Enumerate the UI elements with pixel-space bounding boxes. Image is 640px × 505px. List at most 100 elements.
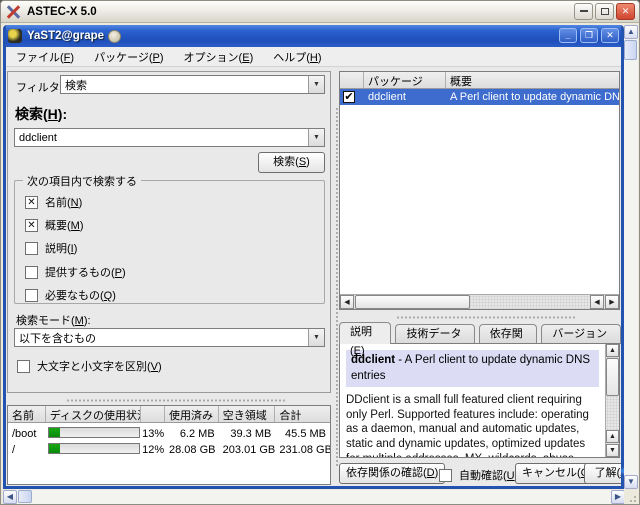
menubar: ファイル(F) パッケージ(P) オプション(E) ヘルプ(H) [6, 47, 621, 67]
menu-package[interactable]: パッケージ(P) [92, 47, 165, 67]
inner-restore-button[interactable]: ❐ [580, 28, 598, 43]
inner-window-title: YaST2@grape [27, 30, 104, 42]
checkbox-box[interactable] [439, 469, 452, 482]
col-total[interactable]: 合計 [275, 406, 330, 422]
checkbox-description[interactable]: 説明(I) [25, 240, 77, 256]
package-table-hscrollbar[interactable]: ◀ ◀ ▶ [340, 294, 619, 309]
menu-file[interactable]: ファイル(F) [14, 47, 76, 67]
scroll-right-icon[interactable]: ▶ [611, 490, 625, 504]
tab-technical-data[interactable]: 技術データ(T) [395, 324, 474, 344]
yast2-client-area: ファイル(F) パッケージ(P) オプション(E) ヘルプ(H) フィルタ(L)… [6, 47, 621, 486]
col-package[interactable]: パッケージ [364, 72, 446, 88]
vscroll-thumb[interactable] [606, 358, 619, 396]
scroll-down-icon[interactable]: ▼ [624, 475, 638, 489]
description-vscrollbar[interactable]: ▲ ▲ ▼ [605, 344, 619, 457]
scroll-down-icon[interactable]: ▼ [606, 444, 619, 457]
disk-total: 231.08 GB [275, 444, 330, 456]
col-name[interactable]: 名前 [8, 406, 46, 422]
checkbox-box[interactable] [25, 219, 38, 232]
scroll-left-icon[interactable]: ◀ [3, 490, 17, 504]
search-input-combobox[interactable]: ddclient ▼ [14, 128, 325, 147]
disk-usage-table: 名前 ディスクの使用状況 使用済み 空き領域 合計 /boot 13% 6.2 … [7, 405, 331, 485]
mount-point: /boot [8, 428, 46, 440]
col-summary[interactable]: 概要 [446, 72, 619, 88]
scroll-left-icon[interactable]: ◀ [340, 295, 354, 309]
astec-x-window: ASTEC-X 5.0 ✕ YaST2@grape _ ❐ ✕ ファイル(F) … [0, 0, 640, 505]
checkbox-box[interactable] [17, 360, 30, 373]
inner-close-button[interactable]: ✕ [601, 28, 619, 43]
disk-table-header[interactable]: 名前 ディスクの使用状況 使用済み 空き領域 合計 [8, 406, 330, 423]
disk-free: 39.3 MB [219, 428, 276, 440]
col-percent[interactable] [141, 406, 165, 422]
package-row-ddclient[interactable]: ddclient A Perl client to update dynamic… [340, 89, 619, 105]
package-summary: A Perl client to update dynamic DNS entr… [446, 91, 619, 103]
maximize-icon [601, 8, 609, 15]
resize-grip[interactable] [624, 490, 638, 504]
checkbox-requires[interactable]: 必要なもの(Q) [25, 287, 116, 303]
search-mode-combobox[interactable]: 以下を含むもの ▼ [14, 328, 325, 347]
checkbox-summary[interactable]: 概要(M) [25, 217, 84, 233]
col-check[interactable] [340, 72, 364, 88]
search-in-group-title: 次の項目内で検索する [23, 173, 141, 189]
col-free[interactable]: 空き領域 [219, 406, 276, 422]
scroll-right-icon[interactable]: ▶ [605, 295, 619, 309]
scroll-left-icon[interactable]: ◀ [590, 295, 604, 309]
scroll-up-icon[interactable]: ▲ [606, 344, 619, 357]
outer-vscrollbar[interactable]: ▲ ▼ [624, 25, 638, 489]
disk-used: 28.08 GB [165, 444, 219, 456]
outer-maximize-button[interactable] [595, 3, 614, 20]
disk-row-boot[interactable]: /boot 13% 6.2 MB 39.3 MB 45.5 MB [8, 426, 330, 442]
checkbox-box[interactable] [25, 266, 38, 279]
menu-help[interactable]: ヘルプ(H) [271, 47, 323, 67]
accept-button[interactable]: 了解(A) [584, 463, 624, 484]
checkbox-label: 提供するもの(P) [45, 264, 126, 280]
yast-icon [8, 29, 22, 43]
hscroll-thumb[interactable] [355, 295, 470, 309]
case-sensitive-checkbox[interactable]: 大文字と小文字を区別(V) [17, 358, 162, 374]
tab-versions[interactable]: バージョン(V) [541, 324, 621, 344]
chevron-down-icon[interactable]: ▼ [308, 329, 324, 346]
menu-options[interactable]: オプション(E) [182, 47, 256, 67]
checkbox-box[interactable] [25, 289, 38, 302]
search-button[interactable]: 検索(S) [258, 152, 325, 173]
disk-usage-bar [48, 427, 140, 438]
col-usage[interactable]: ディスクの使用状況 [46, 406, 141, 422]
outer-vscroll-thumb[interactable] [624, 40, 637, 60]
outer-close-button[interactable]: ✕ [616, 3, 635, 20]
check-dependencies-button[interactable]: 依存関係の確認(D) [339, 463, 445, 484]
chevron-down-icon[interactable]: ▼ [308, 76, 324, 93]
detail-tabs: 説明(E) 技術データ(T) 依存関係 バージョン(V) [339, 322, 621, 344]
inner-titlebar[interactable]: YaST2@grape _ ❐ ✕ [3, 25, 624, 47]
outer-titlebar[interactable]: ASTEC-X 5.0 ✕ [1, 1, 639, 23]
left-splitter-handle[interactable] [66, 398, 286, 403]
checkbox-label: 概要(M) [45, 217, 84, 233]
checkbox-box[interactable] [25, 196, 38, 209]
outer-hscrollbar[interactable]: ◀ ▶ [3, 490, 625, 504]
scroll-up-icon[interactable]: ▲ [624, 25, 638, 39]
checkbox-box[interactable] [25, 242, 38, 255]
chevron-down-icon[interactable]: ▼ [308, 129, 324, 146]
tab-description[interactable]: 説明(E) [339, 322, 391, 344]
auto-check-checkbox[interactable]: 自動確認(U) [439, 467, 518, 483]
astec-x-logo-icon [5, 5, 21, 19]
busy-globe-icon [108, 30, 121, 43]
search-heading: 検索(H): [15, 104, 67, 124]
col-used[interactable]: 使用済み [165, 406, 219, 422]
disk-row-root[interactable]: / 12% 28.08 GB 203.01 GB 231.08 GB [8, 442, 330, 458]
checkbox-label: 大文字と小文字を区別(V) [37, 358, 162, 374]
outer-hscroll-thumb[interactable] [18, 490, 32, 503]
filter-combobox[interactable]: 検索 ▼ [60, 75, 325, 94]
scroll-up-icon[interactable]: ▲ [606, 430, 619, 443]
outer-minimize-button[interactable] [574, 3, 593, 20]
disk-usage-bar [48, 443, 140, 454]
package-checkbox[interactable] [343, 91, 355, 103]
package-description-text: DDclient is a small full featured client… [346, 393, 599, 458]
checkbox-provides[interactable]: 提供するもの(P) [25, 264, 126, 280]
inner-minimize-button[interactable]: _ [559, 28, 577, 43]
disk-percent: 12% [141, 444, 165, 456]
tab-dependencies[interactable]: 依存関係 [479, 324, 538, 344]
checkbox-name[interactable]: 名前(N) [25, 194, 82, 210]
right-splitter-handle[interactable] [396, 315, 576, 320]
yast2-window: YaST2@grape _ ❐ ✕ ファイル(F) パッケージ(P) オプション… [3, 25, 624, 489]
package-table-header[interactable]: パッケージ 概要 [340, 72, 619, 89]
